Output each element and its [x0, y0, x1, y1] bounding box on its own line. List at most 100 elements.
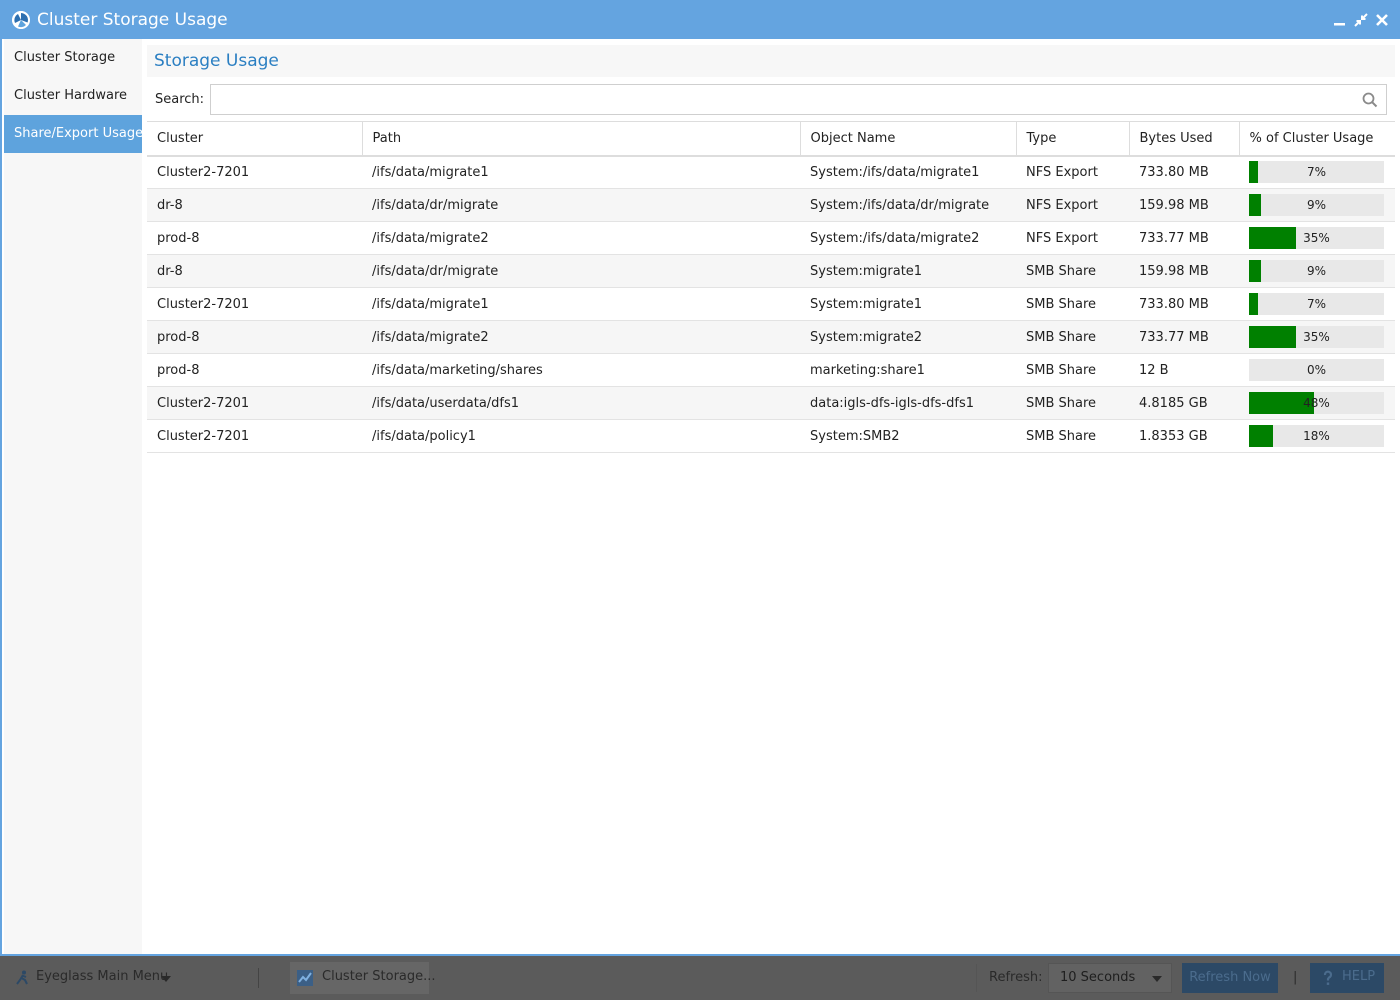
- eyeglass-logo-icon: [12, 11, 30, 29]
- cell-type: SMB Share: [1016, 386, 1129, 420]
- column-header-cluster-usage[interactable]: % of Cluster Usage: [1239, 121, 1395, 157]
- table-row[interactable]: Cluster2-7201 /ifs/data/userdata/dfs1 da…: [147, 386, 1395, 420]
- search-label: Search:: [155, 92, 205, 107]
- table-row[interactable]: dr-8 /ifs/data/dr/migrate System:migrate…: [147, 254, 1395, 288]
- window-title: Cluster Storage Usage: [37, 10, 228, 30]
- usage-percent: 7%: [1306, 297, 1327, 311]
- sidebar-item-share-export-usage[interactable]: Share/Export Usage: [4, 115, 144, 153]
- cell-cluster-usage: 35%: [1239, 320, 1395, 354]
- usage-bar: 7%: [1249, 293, 1384, 315]
- cell-bytes-used: 733.80 MB: [1129, 287, 1239, 321]
- column-header-type[interactable]: Type: [1016, 121, 1130, 157]
- column-header-bytes-used[interactable]: Bytes Used: [1129, 121, 1240, 157]
- cell-cluster-usage: 18%: [1239, 419, 1395, 453]
- table-row[interactable]: prod-8 /ifs/data/migrate2 System:migrate…: [147, 320, 1395, 354]
- usage-bar: 7%: [1249, 161, 1384, 184]
- close-icon[interactable]: [1374, 12, 1390, 28]
- section-title: Storage Usage: [154, 51, 279, 71]
- cell-cluster-usage: 0%: [1239, 353, 1395, 387]
- toolbar-separator: |: [1293, 970, 1298, 985]
- cluster-storage-icon: [297, 970, 313, 986]
- cell-cluster: prod-8: [147, 320, 362, 354]
- cell-object-name: System:SMB2: [800, 419, 1016, 453]
- cell-path: /ifs/data/dr/migrate: [362, 188, 800, 222]
- cell-cluster: Cluster2-7201: [147, 419, 362, 453]
- cell-cluster-usage: 9%: [1239, 254, 1395, 288]
- usage-bar: 9%: [1249, 260, 1384, 282]
- cell-path: /ifs/data/policy1: [362, 419, 800, 453]
- cell-object-name: System:migrate1: [800, 254, 1016, 288]
- cell-type: SMB Share: [1016, 353, 1129, 387]
- column-header-object-name[interactable]: Object Name: [800, 121, 1017, 157]
- table-row[interactable]: Cluster2-7201 /ifs/data/migrate1 System:…: [147, 155, 1395, 189]
- section-header: Storage Usage: [147, 45, 1395, 77]
- cell-type: SMB Share: [1016, 287, 1129, 321]
- cell-path: /ifs/data/migrate2: [362, 320, 800, 354]
- column-header-cluster[interactable]: Cluster: [147, 121, 363, 157]
- taskbar: Eyeglass Main Menu Cluster Storage... Re…: [0, 956, 1400, 1000]
- cell-type: SMB Share: [1016, 320, 1129, 354]
- help-button[interactable]: HELP: [1310, 963, 1384, 993]
- usage-percent: 9%: [1306, 264, 1327, 278]
- cell-type: SMB Share: [1016, 254, 1129, 288]
- main-menu-label: Eyeglass Main Menu: [36, 969, 169, 984]
- usage-bar: 0%: [1249, 359, 1384, 381]
- refresh-label: Refresh:: [989, 970, 1043, 985]
- restore-icon[interactable]: [1353, 12, 1369, 28]
- sidebar: Cluster Storage Cluster Hardware Share/E…: [4, 39, 144, 954]
- taskbar-window-button[interactable]: Cluster Storage...: [290, 962, 436, 994]
- cell-cluster-usage: 9%: [1239, 188, 1395, 222]
- cell-path: /ifs/data/migrate1: [362, 155, 800, 189]
- usage-bar: 18%: [1249, 425, 1384, 447]
- cell-cluster: dr-8: [147, 254, 362, 288]
- usage-bar: 48%: [1249, 392, 1384, 414]
- cell-type: NFS Export: [1016, 188, 1129, 222]
- main-menu-button[interactable]: Eyeglass Main Menu: [8, 964, 180, 992]
- search-icon[interactable]: [1362, 92, 1378, 108]
- cell-cluster: Cluster2-7201: [147, 386, 362, 420]
- cell-object-name: System:migrate1: [800, 287, 1016, 321]
- cell-bytes-used: 733.80 MB: [1129, 155, 1239, 189]
- cluster-storage-usage-window: Cluster Storage Usage Cluster Storage Cl…: [0, 0, 1400, 956]
- cell-type: SMB Share: [1016, 419, 1129, 453]
- cell-cluster: prod-8: [147, 353, 362, 387]
- table-row[interactable]: Cluster2-7201 /ifs/data/migrate1 System:…: [147, 287, 1395, 321]
- refresh-interval-value: 10 Seconds: [1060, 970, 1136, 985]
- usage-bar: 35%: [1249, 227, 1384, 249]
- taskbar-window-label: Cluster Storage...: [322, 969, 436, 984]
- search-input[interactable]: [211, 85, 1351, 114]
- window-titlebar[interactable]: Cluster Storage Usage: [2, 0, 1400, 39]
- cell-object-name: System:/ifs/data/migrate1: [800, 155, 1016, 189]
- taskbar-divider: [976, 964, 977, 992]
- refresh-interval-select[interactable]: 10 Seconds: [1048, 963, 1172, 993]
- cell-type: NFS Export: [1016, 221, 1129, 255]
- cell-cluster-usage: 7%: [1239, 287, 1395, 321]
- cell-bytes-used: 733.77 MB: [1129, 320, 1239, 354]
- refresh-now-button[interactable]: Refresh Now: [1182, 963, 1278, 993]
- table-row[interactable]: dr-8 /ifs/data/dr/migrate System:/ifs/da…: [147, 188, 1395, 222]
- table-row[interactable]: prod-8 /ifs/data/marketing/shares market…: [147, 353, 1395, 387]
- cell-bytes-used: 159.98 MB: [1129, 254, 1239, 288]
- sidebar-item-label: Share/Export Usage: [14, 126, 144, 141]
- column-header-path[interactable]: Path: [362, 121, 801, 157]
- cell-path: /ifs/data/migrate1: [362, 287, 800, 321]
- cell-bytes-used: 1.8353 GB: [1129, 419, 1239, 453]
- cell-cluster: dr-8: [147, 188, 362, 222]
- cell-bytes-used: 733.77 MB: [1129, 221, 1239, 255]
- cell-object-name: System:/ifs/data/dr/migrate: [800, 188, 1016, 222]
- table-row[interactable]: Cluster2-7201 /ifs/data/policy1 System:S…: [147, 419, 1395, 453]
- minimize-icon[interactable]: [1332, 12, 1348, 28]
- sidebar-item-cluster-storage[interactable]: Cluster Storage: [4, 39, 142, 77]
- cell-cluster: prod-8: [147, 221, 362, 255]
- usage-percent: 0%: [1306, 363, 1327, 377]
- chevron-down-icon: [1152, 976, 1162, 982]
- chevron-down-icon: [161, 976, 171, 982]
- sidebar-item-cluster-hardware[interactable]: Cluster Hardware: [4, 77, 142, 115]
- cell-bytes-used: 4.8185 GB: [1129, 386, 1239, 420]
- cell-cluster-usage: 35%: [1239, 221, 1395, 255]
- table-row[interactable]: prod-8 /ifs/data/migrate2 System:/ifs/da…: [147, 221, 1395, 255]
- usage-bar: 9%: [1249, 194, 1384, 216]
- cell-cluster: Cluster2-7201: [147, 155, 362, 189]
- cell-type: NFS Export: [1016, 155, 1129, 189]
- table-header-row: Cluster Path Object Name Type Bytes Used…: [147, 121, 1395, 157]
